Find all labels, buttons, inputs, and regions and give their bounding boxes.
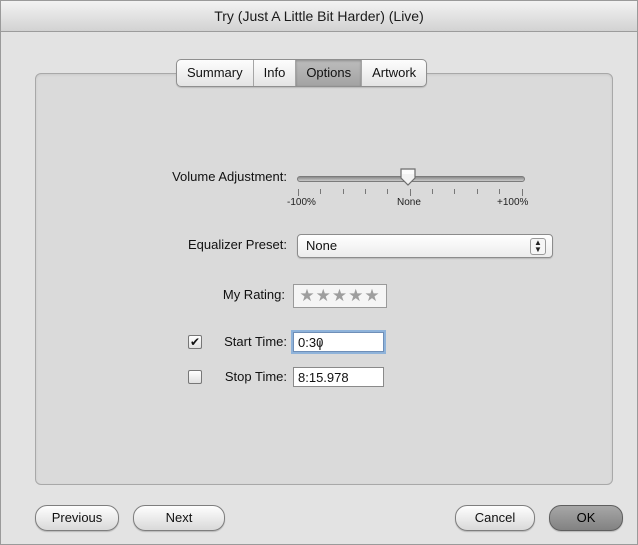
tab-summary[interactable]: Summary [177,60,254,86]
cancel-button[interactable]: Cancel [455,505,535,531]
stop-time-checkbox[interactable] [188,370,202,384]
previous-button[interactable]: Previous [35,505,119,531]
volume-max-label: +100% [497,197,529,208]
options-panel [35,73,613,485]
equalizer-preset-value: None [306,238,338,253]
my-rating-label: My Rating: [222,287,285,302]
stop-time-label: Stop Time: [224,369,287,384]
volume-min-label: -100% [287,197,316,208]
stop-time-field[interactable]: 8:15.978 [293,367,384,387]
volume-slider-thumb[interactable] [399,167,417,187]
chevron-updown-icon: ▲ ▼ [530,238,546,255]
ok-button[interactable]: OK [549,505,623,531]
equalizer-preset-select[interactable]: None ▲ ▼ [297,234,553,258]
start-time-field[interactable]: 0:30 [293,332,384,352]
volume-adjustment-label: Volume Adjustment: [172,169,287,184]
tab-options[interactable]: Options [296,60,363,86]
equalizer-preset-label: Equalizer Preset: [188,237,287,252]
start-time-label: Start Time: [224,334,287,349]
window-title: Try (Just A Little Bit Harder) (Live) [1,1,637,32]
text-cursor-icon: I [318,337,322,353]
tab-info[interactable]: Info [254,60,297,86]
tab-artwork[interactable]: Artwork [362,60,426,86]
volume-mid-label: None [397,197,421,208]
rating-stars[interactable]: ★★★★★ [293,284,387,308]
tab-bar: Summary Info Options Artwork [176,59,428,87]
track-info-window: Try (Just A Little Bit Harder) (Live) Su… [0,0,638,545]
start-time-checkbox[interactable]: ✔ [188,335,202,349]
next-button[interactable]: Next [133,505,225,531]
